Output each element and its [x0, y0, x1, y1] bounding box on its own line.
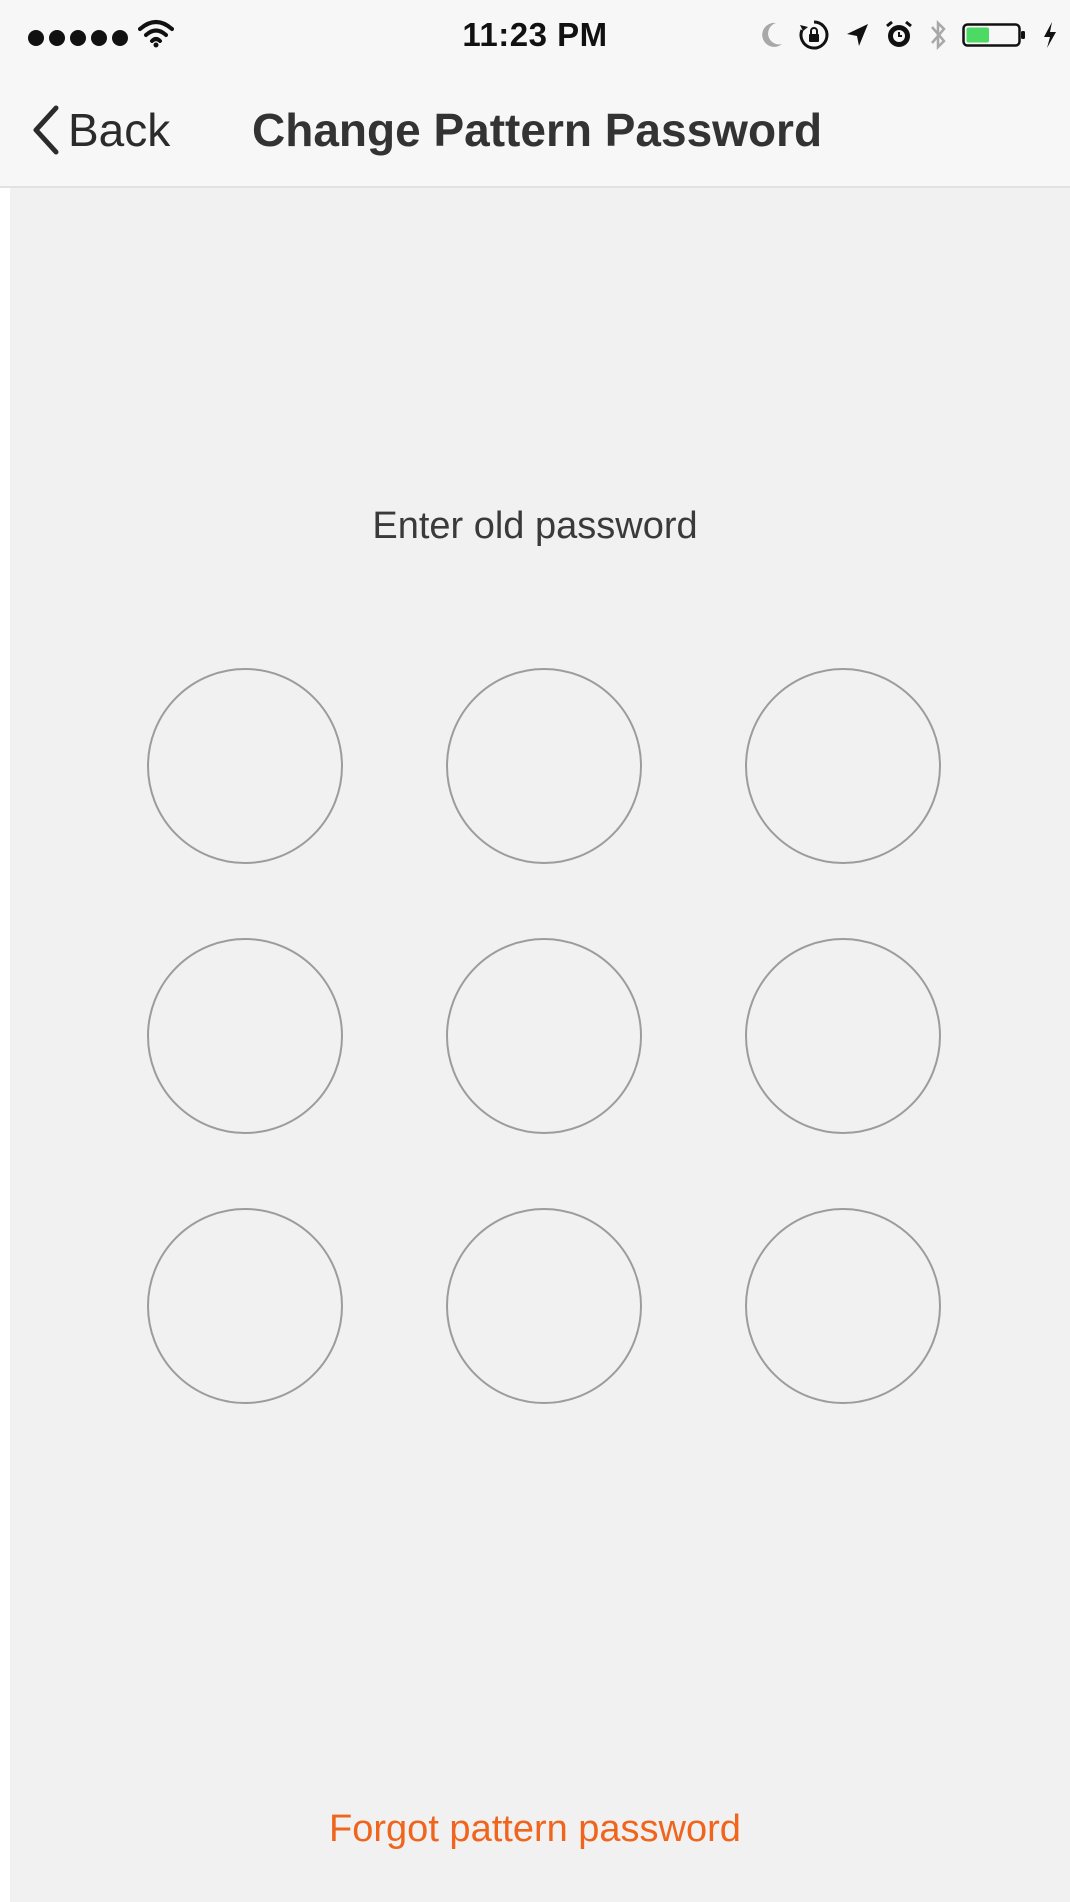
battery-icon: [962, 23, 1025, 47]
pattern-prompt: Enter old password: [372, 505, 698, 547]
back-button[interactable]: Back: [30, 100, 170, 160]
do-not-disturb-moon-icon: [762, 22, 782, 47]
rotation-lock-icon: [799, 20, 829, 50]
forgot-pattern-password-link[interactable]: Forgot pattern password: [0, 1808, 1070, 1851]
pattern-dot-6[interactable]: [745, 938, 941, 1134]
bluetooth-icon: [931, 19, 946, 51]
pattern-dot-8[interactable]: [446, 1208, 642, 1404]
location-arrow-icon: [847, 24, 868, 46]
status-bar: 11:23 PM: [0, 0, 1070, 70]
screen: 11:23 PM Back Change Pattern Password En…: [0, 0, 1070, 1902]
page-title: Change Pattern Password: [252, 104, 823, 156]
pattern-dot-1[interactable]: [147, 668, 343, 864]
pattern-dot-5[interactable]: [446, 938, 642, 1134]
chevron-left-icon: [33, 105, 59, 155]
charging-bolt-icon: [1044, 22, 1056, 48]
pattern-dot-2[interactable]: [446, 668, 642, 864]
back-label: Back: [68, 104, 171, 156]
navigation-bar: Back Change Pattern Password: [0, 70, 1070, 188]
alarm-clock-icon: [886, 20, 912, 47]
status-icons: [758, 18, 1058, 52]
pattern-dot-4[interactable]: [147, 938, 343, 1134]
pattern-dot-3[interactable]: [745, 668, 941, 864]
pattern-dot-7[interactable]: [147, 1208, 343, 1404]
pattern-dot-9[interactable]: [745, 1208, 941, 1404]
